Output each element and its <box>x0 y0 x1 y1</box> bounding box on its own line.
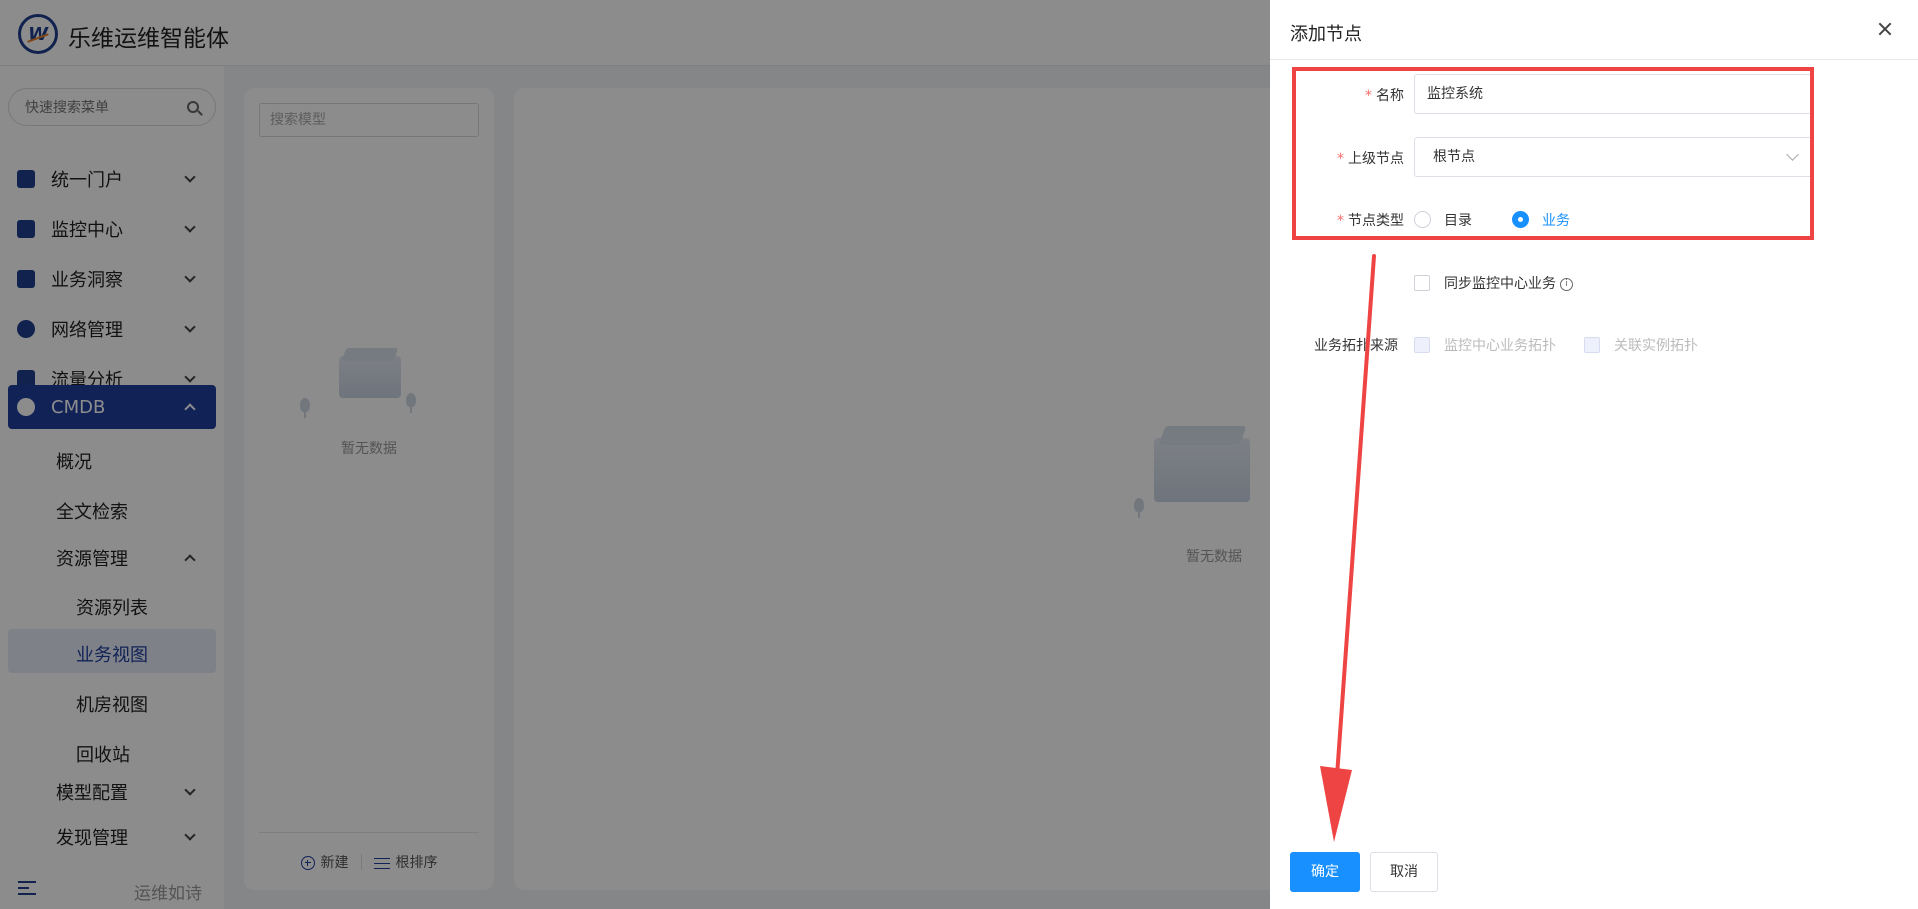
annotation-arrow <box>1320 254 1376 842</box>
close-icon[interactable] <box>1878 22 1892 36</box>
topo-monitor-checkbox <box>1414 337 1430 353</box>
sync-monitor-label[interactable]: 同步监控中心业务 i <box>1444 273 1573 293</box>
annotation-highlight-box <box>1292 67 1814 240</box>
drawer-title: 添加节点 <box>1290 24 1362 45</box>
sync-monitor-checkbox[interactable] <box>1414 275 1430 291</box>
drawer-header: 添加节点 <box>1270 0 1918 60</box>
topo-monitor-label: 监控中心业务拓扑 <box>1444 338 1556 354</box>
cancel-button[interactable]: 取消 <box>1370 852 1438 892</box>
info-icon[interactable]: i <box>1560 277 1573 291</box>
confirm-button[interactable]: 确定 <box>1290 852 1360 892</box>
topo-instance-checkbox <box>1584 337 1600 353</box>
topo-instance-label: 关联实例拓扑 <box>1614 338 1698 354</box>
